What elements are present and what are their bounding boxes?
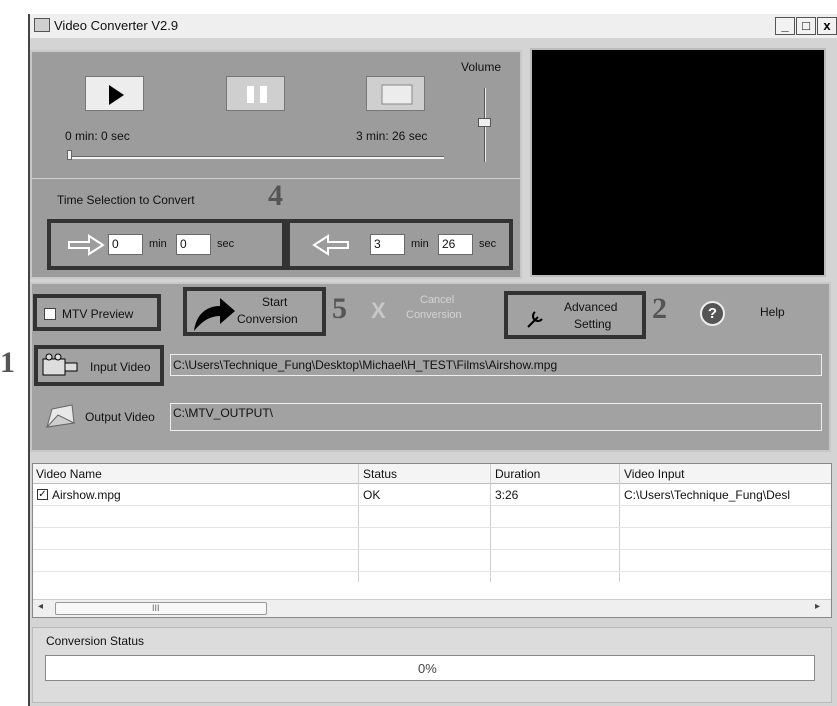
annotation-2: 2 [652,292,667,325]
start-conversion-button[interactable]: Start Conversion [183,287,326,336]
end-sec-label: sec [479,238,497,250]
output-video-button[interactable]: Output Video [40,398,170,438]
column-header-duration[interactable]: Duration [495,467,540,481]
conversion-status-panel: Conversion Status 0% [32,627,832,703]
time-selection-label: Time Selection to Convert [57,193,195,207]
input-video-path[interactable]: C:\Users\Technique_Fung\Desktop\Michael\… [170,354,822,376]
start-conversion-label-2: Conversion [237,312,298,326]
volume-slider-thumb[interactable] [478,118,491,127]
input-video-path-text: C:\Users\Technique_Fung\Desktop\Michael\… [173,358,558,372]
title-bar: Video Converter V2.9 _ □ x [30,14,837,38]
cancel-conversion-label-2: Conversion [406,309,462,321]
annotation-4: 4 [268,179,283,212]
end-time-group: 3 min 26 sec [286,219,513,270]
mtv-preview-group: MTV Preview [33,294,161,331]
seek-thumb[interactable] [67,150,72,160]
minimize-button[interactable]: _ [775,17,795,35]
row-checkbox[interactable]: ✓ [37,489,48,500]
wrench-icon [527,311,543,328]
table-row[interactable]: ✓ Airshow.mpg OK 3:26 C:\Users\Technique… [33,485,831,506]
start-conversion-label-1: Start [262,295,288,309]
scroll-left-icon[interactable]: ◂ [38,601,43,612]
app-icon [34,18,50,32]
video-list: Video Name Status Duration Video Input ✓… [32,463,832,618]
scroll-thumb[interactable]: III [55,602,267,615]
start-time-group: 0 min 0 sec [47,219,286,270]
table-header: Video Name Status Duration Video Input [33,464,831,484]
pause-button[interactable] [226,76,285,111]
maximize-button[interactable]: □ [796,17,816,35]
settings-panel: MTV Preview Start Conversion 5 X Cancel … [30,282,831,452]
input-video-button[interactable]: Input Video [34,345,164,386]
cancel-icon: X [371,298,386,323]
seek-track [70,156,444,159]
arrow-left-icon [312,234,349,256]
column-header-status[interactable]: Status [363,467,397,481]
row-video-input: C:\Users\Technique_Fung\Desl [624,488,791,502]
column-header-video-name[interactable]: Video Name [36,467,102,481]
player-panel: Volume 0 min: 0 sec 3 min: 26 sec Time S… [30,50,522,279]
empty-row [33,529,831,550]
film-camera-icon [42,353,78,376]
row-duration: 3:26 [495,488,519,502]
horizontal-scrollbar[interactable]: ◂ III ▸ [33,599,831,617]
annotation-1: 1 [0,346,15,379]
current-time: 0 min: 0 sec [65,129,130,143]
cancel-conversion-label-1: Cancel [420,294,455,306]
column-header-video-input[interactable]: Video Input [624,467,685,481]
empty-row [33,551,831,572]
window-title: Video Converter V2.9 [54,18,179,33]
help-icon: ? [700,301,725,326]
app-window: Video Converter V2.9 _ □ x Volume 0 min:… [28,14,837,706]
stop-icon [381,84,413,105]
progress-text: 0% [418,661,437,676]
pause-icon [247,86,267,103]
total-time: 3 min: 26 sec [356,129,428,143]
conversion-status-label: Conversion Status [46,634,145,648]
end-min-label: min [411,238,429,250]
start-min-input[interactable]: 0 [108,234,143,255]
progress-bar: 0% [45,655,815,681]
play-button[interactable] [85,76,144,111]
annotation-5: 5 [332,292,347,325]
arrow-right-icon [68,234,105,256]
advanced-setting-button[interactable]: Advanced Setting [504,291,646,339]
row-status: OK [363,488,381,502]
play-icon [109,85,124,105]
scroll-grip: III [152,603,160,613]
end-min-input[interactable]: 3 [370,234,405,255]
mtv-preview-checkbox[interactable] [44,308,56,320]
end-sec-input[interactable]: 26 [438,234,473,255]
close-button[interactable]: x [817,17,837,35]
volume-label: Volume [461,60,502,74]
row-video-name: Airshow.mpg [52,488,121,502]
stop-button[interactable] [366,76,425,111]
start-arrow-icon [194,298,235,331]
output-video-label: Output Video [85,410,155,424]
start-sec-label: sec [217,238,235,250]
advanced-setting-label-1: Advanced [564,300,618,314]
video-preview-screen [530,48,826,277]
cancel-conversion-button[interactable]: X Cancel Conversion [364,292,484,332]
folder-icon [45,404,76,428]
advanced-setting-label-2: Setting [574,317,612,331]
mtv-preview-label: MTV Preview [62,307,134,321]
start-min-label: min [149,238,167,250]
help-label: Help [760,305,785,319]
input-video-label: Input Video [90,360,151,374]
output-video-path-text: C:\MTV_OUTPUT\ [173,406,274,420]
scroll-right-icon[interactable]: ▸ [815,601,820,612]
start-sec-input[interactable]: 0 [176,234,211,255]
help-button[interactable]: ? Help [697,300,797,328]
output-video-path[interactable]: C:\MTV_OUTPUT\ [170,403,822,431]
empty-row [33,507,831,528]
